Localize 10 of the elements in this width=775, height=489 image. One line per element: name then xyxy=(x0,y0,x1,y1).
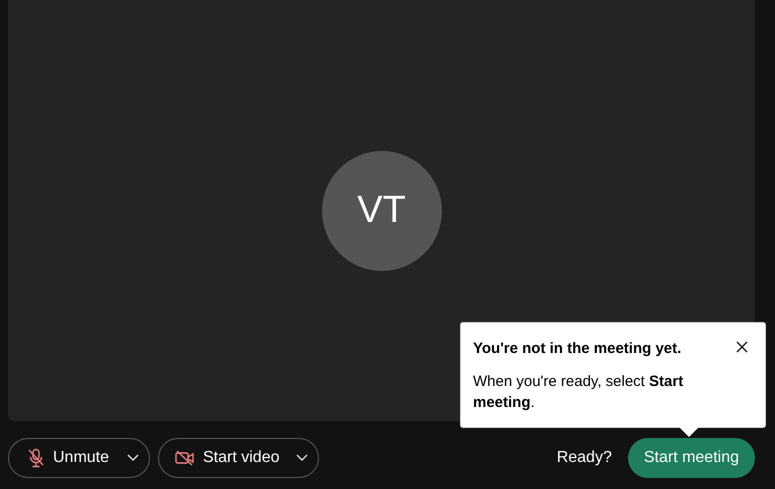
avatar: VT xyxy=(322,150,442,270)
chevron-icon xyxy=(296,454,308,462)
tooltip-message: When you're ready, select Start meeting. xyxy=(473,372,684,412)
start-meeting-button[interactable]: Start meeting xyxy=(628,438,755,478)
close-icon[interactable] xyxy=(735,340,749,354)
tooltip-title: You're not in the meeting yet. xyxy=(473,339,682,359)
unmute-button[interactable]: Unmute xyxy=(8,438,150,478)
start-video-button[interactable]: Start video xyxy=(158,438,319,478)
chevron-icon xyxy=(127,454,139,462)
ready-label: Ready? xyxy=(556,448,612,468)
